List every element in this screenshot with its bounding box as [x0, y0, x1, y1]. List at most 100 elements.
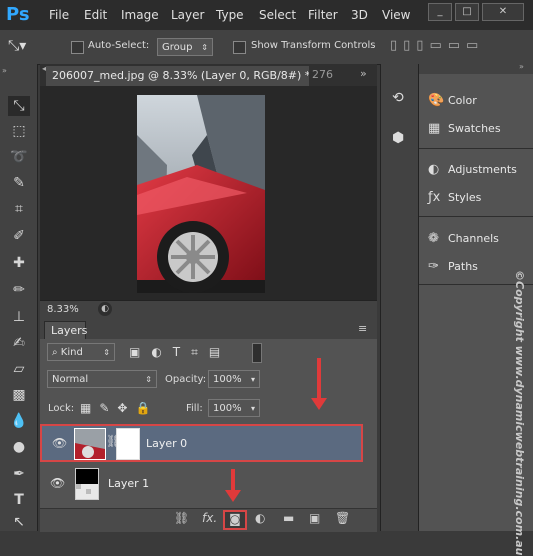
- gradient-tool-icon[interactable]: ▩: [8, 385, 30, 405]
- fill-value: 100%: [213, 403, 242, 414]
- options-bar: ⤡▾ Auto-Select: Group ⇕ Show Transform C…: [0, 30, 533, 65]
- lock-icons[interactable]: ▦✎✥🔒: [80, 401, 158, 415]
- move-tool-icon[interactable]: ⤡: [8, 96, 30, 116]
- styles-icon: ƒx: [428, 190, 441, 205]
- panel-swatches[interactable]: ▦ Swatches: [428, 118, 501, 140]
- eraser-tool-icon[interactable]: ▱: [8, 359, 30, 379]
- menu-type[interactable]: Type: [216, 8, 244, 22]
- zoom-level[interactable]: 8.33%: [47, 304, 79, 315]
- car-image: [137, 95, 265, 293]
- quick-select-tool-icon[interactable]: ✎: [8, 173, 30, 193]
- blend-mode-value: Normal: [52, 374, 89, 385]
- filter-kind-dropdown[interactable]: ⌕ Kind ⇕: [47, 343, 115, 361]
- lasso-tool-icon[interactable]: ➰: [8, 147, 30, 167]
- maximize-button[interactable]: □: [455, 3, 479, 21]
- chevron-updown-icon: ⇕: [145, 375, 152, 384]
- adjustments-icon: ◐: [428, 162, 440, 177]
- menu-edit[interactable]: Edit: [84, 8, 107, 22]
- divider: [419, 216, 533, 217]
- panel-adjustments[interactable]: ◐ Adjustments: [428, 159, 517, 181]
- blend-mode-dropdown[interactable]: Normal ⇕: [47, 370, 157, 388]
- menu-layer[interactable]: Layer: [171, 8, 204, 22]
- layer-name: Layer 1: [108, 477, 150, 490]
- dock-collapse-icon[interactable]: »: [519, 62, 524, 71]
- panel-channels[interactable]: ❁ Channels: [428, 228, 499, 250]
- panel-styles[interactable]: ƒx Styles: [428, 187, 481, 209]
- menu-select[interactable]: Select: [259, 8, 296, 22]
- trash-icon[interactable]: 🗑: [335, 511, 350, 525]
- healing-brush-tool-icon[interactable]: ✚: [8, 253, 30, 273]
- layers-panel-header: [40, 319, 377, 339]
- status-menu-icon[interactable]: ◐: [98, 302, 112, 316]
- chevron-updown-icon: ⇕: [103, 348, 110, 357]
- divider: [419, 148, 533, 149]
- add-layer-mask-icon[interactable]: ◙: [223, 510, 247, 530]
- document-tab[interactable]: 206007_med.jpg @ 8.33% (Layer 0, RGB/8#)…: [46, 66, 309, 86]
- brush-tool-icon[interactable]: ✏: [8, 280, 30, 300]
- fill-field[interactable]: 100% ▾: [208, 399, 260, 417]
- layer-name: Layer 0: [146, 437, 188, 450]
- new-layer-icon[interactable]: ▣: [309, 511, 320, 525]
- filter-kind-value: Kind: [60, 347, 83, 358]
- menu-file[interactable]: File: [49, 8, 69, 22]
- auto-select-value: Group: [162, 42, 193, 53]
- eyedropper-tool-icon[interactable]: ✐: [8, 226, 30, 246]
- menu-image[interactable]: Image: [121, 8, 159, 22]
- menu-view[interactable]: View: [382, 8, 410, 22]
- panel-menu-icon[interactable]: ≡: [358, 322, 367, 335]
- fx-icon[interactable]: fx.: [202, 511, 217, 525]
- swatches-icon: ▦: [428, 121, 441, 136]
- document-tab-2[interactable]: 276: [312, 68, 333, 81]
- pen-tool-icon[interactable]: ✒: [8, 464, 30, 484]
- layers-tab[interactable]: Layers: [44, 321, 87, 339]
- red-arrow-annotation: [317, 358, 321, 400]
- move-tool-icon[interactable]: ⤡▾: [8, 38, 26, 54]
- panel-paths[interactable]: ✑ Paths: [428, 256, 478, 278]
- layer-thumbnail: [74, 428, 106, 460]
- photoshop-logo: Ps: [6, 4, 30, 25]
- link-layers-icon[interactable]: ⛓: [174, 511, 189, 525]
- eye-icon[interactable]: 👁: [50, 476, 65, 490]
- show-transform-checkbox[interactable]: [233, 41, 246, 54]
- blur-tool-icon[interactable]: 💧: [8, 411, 30, 431]
- history-icon[interactable]: ⟲: [392, 90, 404, 106]
- opacity-value: 100%: [213, 374, 242, 385]
- dodge-tool-icon[interactable]: ●: [8, 437, 30, 457]
- history-brush-tool-icon[interactable]: ✍: [8, 333, 30, 353]
- menu-filter[interactable]: Filter: [308, 8, 338, 22]
- 3d-icon[interactable]: ⬢: [392, 130, 404, 146]
- status-bar: 8.33% ◐: [40, 300, 377, 320]
- minimize-button[interactable]: _: [428, 3, 452, 21]
- red-arrow-head: [311, 398, 327, 410]
- marquee-tool-icon[interactable]: ⬚: [8, 121, 30, 141]
- type-tool-icon[interactable]: T: [8, 490, 30, 510]
- new-group-icon[interactable]: ▬: [283, 511, 294, 525]
- panel-color[interactable]: 🎨 Color: [428, 90, 477, 112]
- opacity-label: Opacity:: [165, 374, 207, 385]
- layer-row-layer-1[interactable]: 👁 Layer 1: [40, 464, 363, 502]
- menu-3d[interactable]: 3D: [351, 8, 368, 22]
- clone-stamp-tool-icon[interactable]: ⊥: [8, 307, 30, 327]
- collapse-icon[interactable]: »: [2, 66, 7, 75]
- show-transform-label: Show Transform Controls: [251, 40, 376, 51]
- align-icons[interactable]: ▯▯▯▭▭▭: [390, 38, 484, 53]
- path-select-tool-icon[interactable]: ↖: [8, 512, 30, 532]
- eye-icon[interactable]: 👁: [52, 436, 67, 450]
- copyright-text: ©Copyright www.dynamicwebtraining.com.au: [513, 270, 526, 556]
- auto-select-checkbox[interactable]: [71, 41, 84, 54]
- opacity-field[interactable]: 100% ▾: [208, 370, 260, 388]
- layer-row-layer-0[interactable]: 👁 ⛓ Layer 0: [40, 424, 363, 462]
- auto-select-dropdown[interactable]: Group ⇕: [157, 38, 213, 56]
- document-tab-title: 206007_med.jpg @ 8.33% (Layer 0, RGB/8#)…: [52, 69, 309, 82]
- chevron-down-icon: ▾: [250, 404, 255, 413]
- adjustment-layer-icon[interactable]: ◐: [255, 511, 265, 525]
- layer-mask-thumbnail[interactable]: [116, 428, 140, 460]
- tabs-overflow-icon[interactable]: »: [360, 67, 367, 80]
- red-arrow-head: [225, 490, 241, 502]
- canvas[interactable]: [40, 86, 377, 300]
- close-button[interactable]: ✕: [482, 3, 524, 21]
- filter-type-icons[interactable]: ▣◐T⌗▤: [129, 345, 231, 360]
- car-thumbnail: [75, 429, 105, 459]
- filter-toggle[interactable]: [252, 343, 262, 363]
- crop-tool-icon[interactable]: ⌗: [8, 199, 30, 219]
